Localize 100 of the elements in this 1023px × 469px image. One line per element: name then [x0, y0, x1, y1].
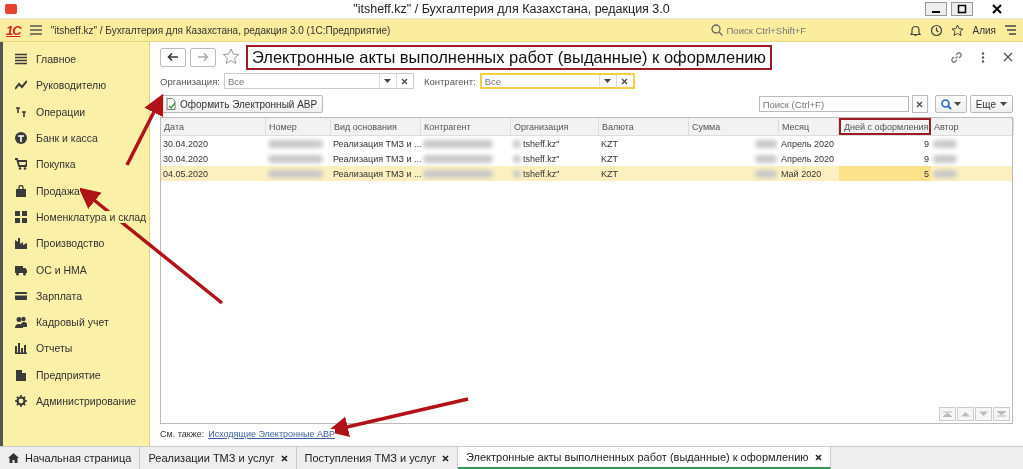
- table-cell: KZT: [601, 153, 618, 164]
- app-icon: [5, 4, 17, 14]
- history-icon[interactable]: [930, 23, 944, 37]
- sidebar-item[interactable]: Зарплата: [3, 282, 149, 309]
- combo-box[interactable]: Все: [223, 73, 414, 89]
- tab[interactable]: Начальная страница: [0, 447, 141, 469]
- close-icon[interactable]: [280, 454, 288, 462]
- arrow-down-icon: [979, 411, 988, 417]
- bell-icon[interactable]: [909, 23, 923, 37]
- sidebar-item[interactable]: Банк и касса: [3, 124, 149, 152]
- section-icon: [15, 105, 27, 118]
- table-row[interactable]: 04.05.2020 Реализация ТМЗ и ... tsheff.kz" KZT Май 2020 5: [161, 166, 1012, 181]
- search-field[interactable]: Поиск (Ctrl+F): [758, 96, 909, 112]
- link-icon[interactable]: [950, 50, 963, 64]
- table-cell: tsheff.kz": [523, 153, 560, 164]
- see-also-link[interactable]: Исходящие Электронные АВР: [208, 429, 335, 439]
- table-cell: KZT: [601, 168, 618, 179]
- table-cell: tsheff.kz": [523, 168, 560, 179]
- sidebar-item[interactable]: Руководителю: [3, 72, 149, 99]
- combo-box[interactable]: Все: [479, 73, 635, 89]
- table-cell: Апрель 2020: [781, 153, 835, 164]
- clear-button[interactable]: [911, 95, 928, 113]
- create-button[interactable]: Оформить Электронный АВР: [160, 95, 324, 113]
- column-header[interactable]: Месяц: [779, 118, 839, 135]
- table-cell: 04.05.2020: [163, 168, 209, 179]
- sidebar-item[interactable]: Продажа: [3, 177, 149, 204]
- close-icon[interactable]: [442, 454, 449, 462]
- column-header[interactable]: Вид основания: [331, 118, 421, 135]
- sidebar-item[interactable]: Кадровый учет: [3, 308, 149, 336]
- star-icon[interactable]: [951, 23, 965, 37]
- breadcrumb-text: "itsheff.kz" / Бухгалтерия для Казахстана, редакция 3.0 (1С:Предприятие): [50, 24, 391, 36]
- minimize-button[interactable]: [925, 2, 947, 16]
- sidebar-item[interactable]: Покупка: [3, 151, 149, 178]
- close-icon[interactable]: [814, 453, 822, 461]
- menu-icon[interactable]: [28, 24, 43, 36]
- blurred-text: [423, 154, 493, 163]
- table-cell: Май 2020: [781, 168, 822, 179]
- table-row[interactable]: 30.04.2020 Реализация ТМЗ и ... tsheff.kz" KZT Апрель 2020 9: [161, 151, 1012, 166]
- column-header[interactable]: Организация: [511, 118, 599, 135]
- column-header[interactable]: Контрагент: [421, 118, 511, 135]
- section-icon: [15, 79, 27, 92]
- maximize-button[interactable]: [951, 2, 973, 16]
- sidebar-item[interactable]: ОС и НМА: [3, 256, 149, 283]
- table-cell: 9: [924, 138, 929, 149]
- table-cell: KZT: [601, 138, 618, 149]
- section-icon: [15, 368, 27, 381]
- filter-input[interactable]: Все: [484, 75, 599, 87]
- sidebar-item[interactable]: Производство: [3, 230, 149, 257]
- table-row[interactable]: 30.04.2020 Реализация ТМЗ и ... tsheff.kz" KZT Апрель 2020 9: [161, 136, 1012, 151]
- sidebar-item[interactable]: Номенклатура и склад: [3, 203, 149, 231]
- tab[interactable]: Электронные акты выполненных работ (выданные) к оформлению: [458, 447, 831, 469]
- table-cell: 30.04.2020: [163, 153, 209, 164]
- blurred-text: [268, 139, 323, 148]
- blurred-text: [423, 169, 493, 178]
- back-button[interactable]: [160, 47, 186, 67]
- sidebar-item[interactable]: Отчеты: [3, 335, 149, 362]
- blurred-text: [268, 169, 323, 178]
- filter-input[interactable]: Все: [227, 75, 379, 87]
- more-button[interactable]: Еще: [969, 95, 1013, 113]
- section-icon: [15, 210, 27, 223]
- search-icon: [711, 24, 723, 36]
- table-cell: 5: [924, 168, 929, 179]
- caret-icon: [953, 102, 961, 106]
- table-cell: tsheff.kz": [523, 138, 560, 149]
- section-icon: [15, 158, 27, 171]
- arrow-up-icon: [961, 411, 970, 417]
- table-cell: Реализация ТМЗ и ...: [333, 138, 421, 149]
- table-cell: Реализация ТМЗ и ...: [333, 153, 421, 164]
- arrow-up-icon: [943, 411, 952, 417]
- search-button[interactable]: [934, 95, 967, 113]
- section-icon: [15, 289, 27, 302]
- close-icon[interactable]: [1003, 52, 1013, 62]
- column-header[interactable]: Дней с оформления: [839, 118, 931, 135]
- table-cell: 30.04.2020: [163, 138, 209, 149]
- sidebar-item[interactable]: Предприятие: [3, 361, 149, 388]
- close-icon: [916, 100, 924, 108]
- section-icon: [15, 263, 27, 276]
- minimize-icon: [932, 11, 940, 13]
- section-icon: [15, 184, 27, 197]
- column-header[interactable]: Номер: [266, 118, 331, 135]
- column-header[interactable]: Валюта: [599, 118, 689, 135]
- star-icon[interactable]: [222, 48, 240, 66]
- more-icon[interactable]: [981, 50, 985, 64]
- filter-label: Организация:: [160, 75, 220, 87]
- settings-icon[interactable]: [1004, 24, 1017, 36]
- sidebar-item[interactable]: Операции: [3, 98, 149, 125]
- search-field[interactable]: Поиск Ctrl+Shift+F: [726, 24, 902, 36]
- sidebar-item[interactable]: Администрирование: [3, 387, 149, 415]
- search-icon: [940, 98, 952, 110]
- close-icon: [992, 4, 1002, 14]
- user-name[interactable]: Алия: [972, 24, 996, 36]
- column-header[interactable]: Дата: [161, 118, 266, 135]
- column-header[interactable]: Сумма: [689, 118, 779, 135]
- sidebar-item[interactable]: Главное: [3, 46, 149, 73]
- form-title: Электронные акты выполненных работ (выданные) к оформлению: [246, 44, 772, 70]
- section-icon: [15, 132, 27, 145]
- window-title: "itsheff.kz" / Бухгалтерия для Казахстана, редакция 3.0: [353, 2, 670, 16]
- column-header[interactable]: Автор: [931, 118, 1014, 135]
- arrow-left-icon: [167, 52, 179, 62]
- tab[interactable]: Реализации ТМЗ и услуг: [140, 447, 297, 469]
